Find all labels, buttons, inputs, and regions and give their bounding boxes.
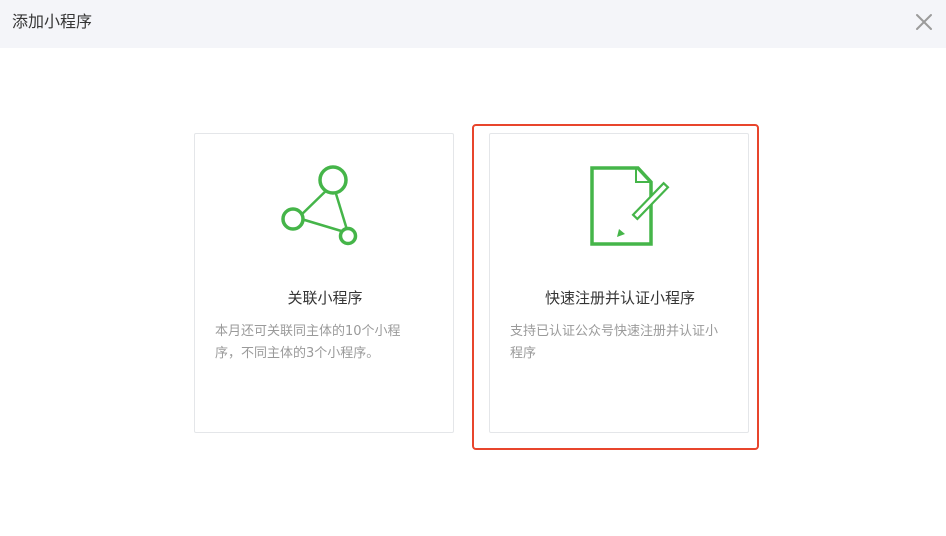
add-mini-program-dialog: 添加小程序 关联小程序 本月还可关联同主体的10个小程序，不同主体的3个小程序。	[0, 0, 946, 536]
document-edit-icon	[590, 166, 670, 246]
card-icon-container	[490, 162, 750, 250]
close-button[interactable]	[914, 12, 934, 32]
card-icon-container	[195, 162, 455, 250]
card-title: 快速注册并认证小程序	[544, 289, 695, 307]
card-description: 支持已认证公众号快速注册并认证小程序	[510, 324, 719, 361]
quick-register-mini-program-card[interactable]: 快速注册并认证小程序 支持已认证公众号快速注册并认证小程序	[489, 133, 749, 433]
close-icon	[916, 14, 932, 30]
dialog-header: 添加小程序	[0, 0, 946, 48]
dialog-title: 添加小程序	[12, 12, 93, 31]
associate-mini-program-card[interactable]: 关联小程序 本月还可关联同主体的10个小程序，不同主体的3个小程序。	[194, 133, 454, 433]
card-description: 本月还可关联同主体的10个小程序，不同主体的3个小程序。	[215, 324, 401, 361]
card-title: 关联小程序	[287, 289, 363, 307]
share-nodes-icon	[281, 165, 358, 246]
